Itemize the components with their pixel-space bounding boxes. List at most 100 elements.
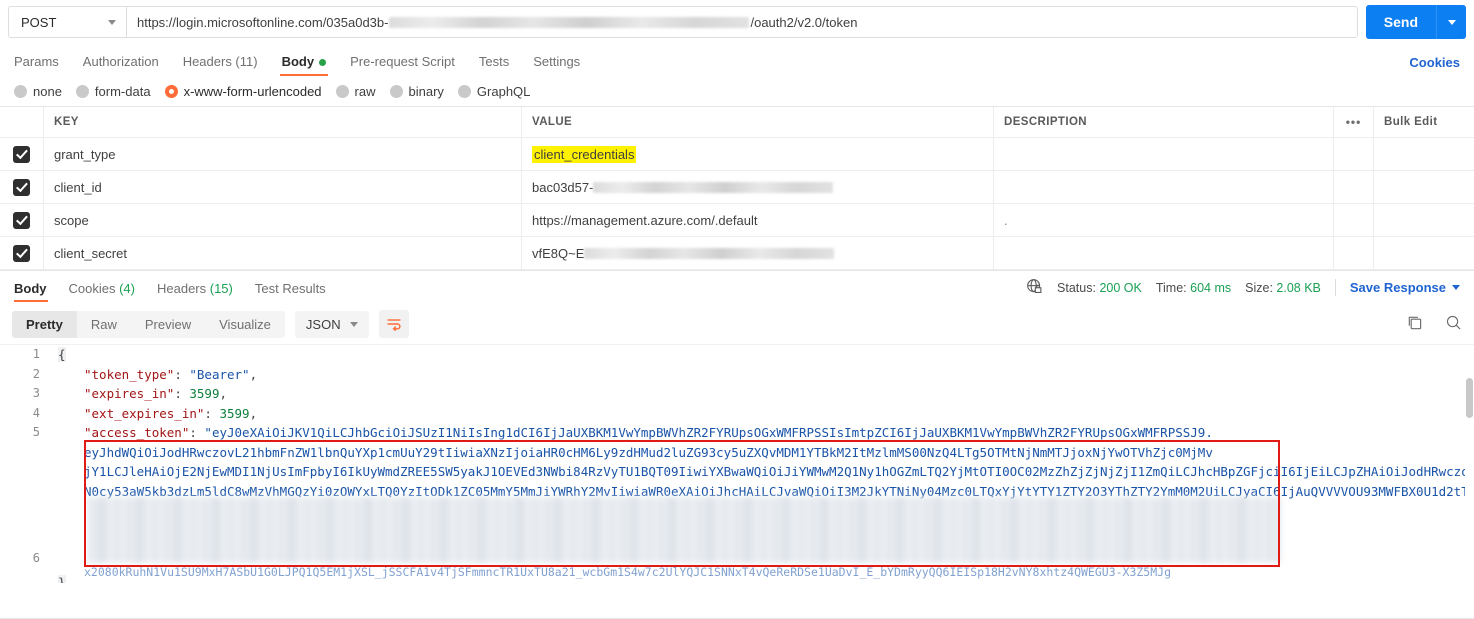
- row-key-client-id[interactable]: client_id: [44, 171, 522, 203]
- viewer-mode-preview[interactable]: Preview: [131, 311, 205, 338]
- code-line-4: "ext_expires_in": 3599,: [58, 404, 257, 424]
- request-url-suffix: /oauth2/v2.0/token: [750, 14, 858, 30]
- response-format-selector[interactable]: JSON: [294, 310, 369, 338]
- viewer-mode-visualize[interactable]: Visualize: [205, 311, 285, 338]
- table-row[interactable]: client_secret vfE8Q~E: [0, 237, 1474, 270]
- response-tab-test-results[interactable]: Test Results: [244, 281, 337, 301]
- tab-params[interactable]: Params: [14, 54, 71, 76]
- cookies-link[interactable]: Cookies: [1409, 55, 1460, 70]
- row-description-scope[interactable]: .: [994, 204, 1334, 236]
- copy-icon[interactable]: [1406, 314, 1423, 334]
- viewer-actions: [1406, 314, 1462, 334]
- body-type-label: binary: [408, 83, 444, 99]
- response-body-viewer[interactable]: 1 2 3 4 5 6 { "token_type": "Bearer", "e…: [0, 344, 1474, 583]
- row-checkbox-client-id[interactable]: [0, 171, 44, 203]
- tab-label: Pre-request Script: [350, 54, 455, 69]
- body-type-graphql[interactable]: GraphQL: [457, 84, 530, 99]
- json-separator: :: [204, 405, 220, 421]
- status-metric: Status: 200 OK: [1057, 281, 1142, 295]
- request-url-bar: POST https://login.microsoftonline.com/0…: [0, 0, 1474, 44]
- http-method-selector[interactable]: POST: [8, 6, 126, 38]
- code-line-5: "access_token": "eyJ0eXAiOiJKV1QiLCJhbGc…: [58, 423, 1213, 443]
- response-meta: Status: 200 OK Time: 604 ms Size: 2.08 K…: [1026, 278, 1460, 298]
- row-value-client-id[interactable]: bac03d57-: [522, 171, 994, 203]
- tab-label: Authorization: [82, 54, 159, 69]
- row-value-client-secret[interactable]: vfE8Q~E: [522, 237, 994, 269]
- row-checkbox-scope[interactable]: [0, 204, 44, 236]
- row-key-grant-type[interactable]: grant_type: [44, 138, 522, 170]
- row-description-grant-type[interactable]: [994, 138, 1334, 170]
- line-number: 1: [32, 347, 40, 361]
- table-row[interactable]: grant_type client_credentials: [0, 138, 1474, 171]
- access-token-wrap-line-2: jY1LCJleHAiOjE2NjEwMDI1NjUsImFpbyI6IkUyW…: [84, 464, 1474, 479]
- search-icon[interactable]: [1445, 314, 1462, 334]
- row-checkbox-client-secret[interactable]: [0, 237, 44, 269]
- response-scrollbar[interactable]: [1465, 378, 1474, 619]
- table-header-row: KEY VALUE DESCRIPTION ••• Bulk Edit: [0, 107, 1474, 138]
- tab-headers[interactable]: Headers (11): [171, 54, 270, 76]
- body-type-none[interactable]: none: [14, 84, 62, 99]
- table-options-button[interactable]: •••: [1334, 107, 1374, 137]
- tab-pre-request-script[interactable]: Pre-request Script: [338, 54, 467, 76]
- send-options-button[interactable]: [1436, 5, 1466, 39]
- tab-label: Body: [281, 54, 315, 69]
- table-row[interactable]: client_id bac03d57-: [0, 171, 1474, 204]
- save-response-button[interactable]: Save Response: [1350, 280, 1460, 295]
- line-number: 4: [32, 405, 40, 420]
- bulk-edit-button[interactable]: Bulk Edit: [1374, 107, 1474, 137]
- radio-selected-icon: [164, 84, 178, 98]
- value-text: bac03d57-: [532, 179, 594, 195]
- row-checkbox-grant-type[interactable]: [0, 138, 44, 170]
- viewer-mode-raw[interactable]: Raw: [77, 311, 131, 338]
- checkbox-checked-icon: [13, 178, 30, 196]
- word-wrap-button[interactable]: [378, 310, 409, 338]
- json-separator: :: [189, 425, 205, 440]
- tab-settings[interactable]: Settings: [521, 54, 592, 76]
- json-comma: ,: [249, 405, 258, 421]
- tab-authorization[interactable]: Authorization: [71, 54, 171, 76]
- tab-tests[interactable]: Tests: [467, 54, 521, 76]
- row-value-grant-type[interactable]: client_credentials: [522, 138, 994, 170]
- body-type-form-data[interactable]: form-data: [75, 84, 151, 99]
- value-text: vfE8Q~E: [532, 245, 585, 261]
- row-description-client-id[interactable]: [994, 171, 1334, 203]
- row-spacer-end: [1374, 237, 1474, 269]
- chevron-down-icon: [1452, 285, 1460, 290]
- body-params-table: KEY VALUE DESCRIPTION ••• Bulk Edit gran…: [0, 106, 1474, 270]
- body-type-x-www-form-urlencoded[interactable]: x-www-form-urlencoded: [164, 84, 322, 99]
- response-tab-headers[interactable]: Headers (15): [146, 281, 244, 301]
- row-key-client-secret[interactable]: client_secret: [44, 237, 522, 269]
- table-row[interactable]: scope https://management.azure.com/.defa…: [0, 204, 1474, 237]
- send-button[interactable]: Send: [1365, 5, 1436, 39]
- code-line-2: "token_type": "Bearer",: [58, 365, 257, 385]
- viewer-mode-pretty[interactable]: Pretty: [12, 310, 77, 338]
- row-spacer: [1334, 171, 1374, 203]
- request-url-input[interactable]: https://login.microsoftonline.com/035a0d…: [126, 6, 1358, 38]
- header-value: VALUE: [522, 107, 994, 137]
- response-tab-cookies[interactable]: Cookies (4): [58, 281, 146, 301]
- tab-label: Test Results: [254, 280, 326, 296]
- line-number: 2: [32, 366, 40, 381]
- line-number: 5: [32, 425, 40, 439]
- json-comma: ,: [219, 386, 228, 401]
- header-check-cell: [0, 107, 44, 137]
- checkbox-checked-icon: [13, 211, 30, 229]
- globe-lock-icon: [1026, 278, 1043, 298]
- json-value-token-type: "Bearer": [189, 366, 250, 382]
- body-type-binary[interactable]: binary: [389, 83, 444, 99]
- tab-count: (4): [119, 280, 135, 296]
- row-description-client-secret[interactable]: [994, 237, 1334, 269]
- row-key-scope[interactable]: scope: [44, 204, 522, 236]
- postman-window: POST https://login.microsoftonline.com/0…: [0, 0, 1474, 619]
- row-value-scope[interactable]: https://management.azure.com/.default: [522, 204, 994, 236]
- save-response-label: Save Response: [1349, 280, 1446, 295]
- tab-label: Tests: [478, 54, 510, 69]
- tab-label: Params: [14, 54, 59, 69]
- response-tab-body[interactable]: Body: [14, 281, 58, 302]
- body-type-raw[interactable]: raw: [335, 84, 376, 99]
- scrollbar-thumb[interactable]: [1466, 378, 1473, 418]
- tab-body[interactable]: Body: [270, 54, 339, 76]
- more-icon: •••: [1345, 115, 1362, 129]
- json-brace-close: }: [58, 575, 66, 583]
- redacted-token-block: [88, 497, 1280, 563]
